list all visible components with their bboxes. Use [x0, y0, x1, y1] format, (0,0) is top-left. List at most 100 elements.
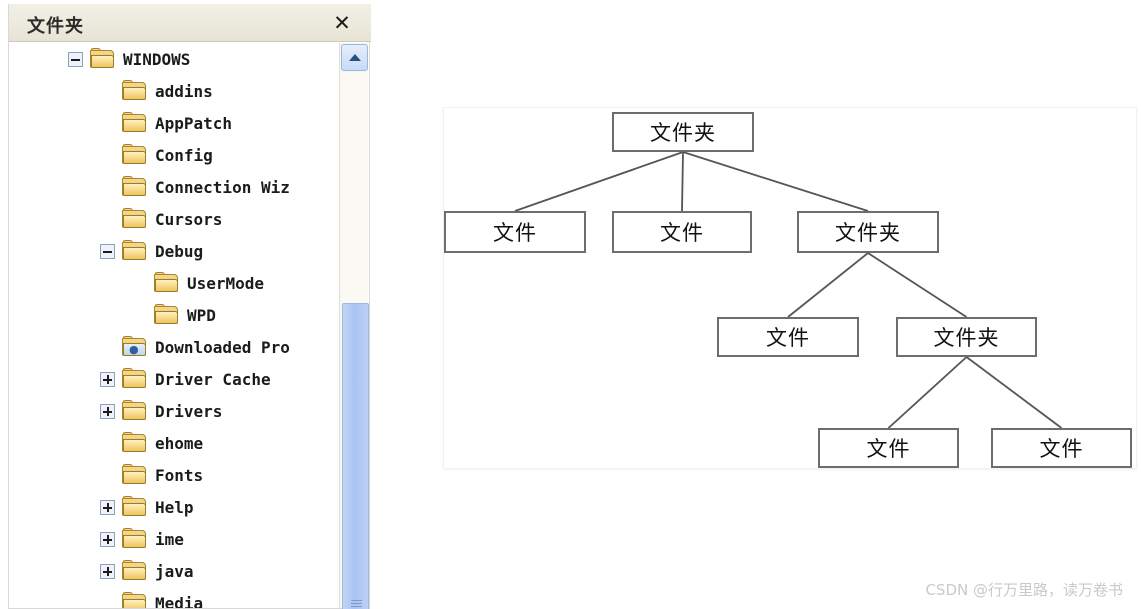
tree-item-label: ime [155, 529, 184, 549]
folder-icon [122, 464, 148, 485]
folder-icon [122, 80, 148, 101]
diagram-node-label: 文件夹 [650, 121, 716, 145]
tree-item-label: Cursors [155, 209, 223, 229]
tree-item-label: addins [155, 81, 213, 101]
folder-icon [122, 112, 148, 133]
folder-special-icon: ● [122, 336, 148, 357]
diagram-node-n7: 文件 [991, 428, 1132, 468]
folder-icon [122, 368, 148, 389]
scrollbar-thumb[interactable] [342, 303, 369, 609]
tree-item-help[interactable]: Help [10, 491, 340, 523]
tree-item-debug[interactable]: Debug [10, 235, 340, 267]
tree-item-label: Connection Wiz [155, 177, 290, 197]
folder-icon [154, 272, 180, 293]
tree-item-drivers[interactable]: Drivers [10, 395, 340, 427]
tree-item-label: UserMode [187, 273, 265, 293]
folder-icon [122, 176, 148, 197]
diagram-node-label: 文件 [660, 221, 704, 245]
close-icon[interactable]: ✕ [329, 10, 355, 36]
tree-item-java[interactable]: java [10, 555, 340, 587]
tree-item-label: Media [155, 593, 204, 609]
tree-item-downloaded-pro[interactable]: ● Downloaded Pro [10, 331, 340, 363]
expand-icon[interactable] [100, 499, 115, 515]
screenshot-root: 文件夹 ✕ WINDOWS addins AppPatch Config Connect… [0, 0, 1141, 609]
folder-icon [122, 592, 148, 608]
scrollbar-grip-icon [351, 600, 362, 608]
tree-item-label: java [155, 561, 194, 581]
tree-item-label: WINDOWS [123, 49, 191, 69]
tree-item-label: Fonts [155, 465, 204, 485]
folder-structure-diagram: 文件夹 文件 文件 文件夹 文件 文件夹 文件 文件 [443, 107, 1137, 469]
tree-item-ime[interactable]: ime [10, 523, 340, 555]
diagram-edge [965, 356, 1063, 429]
diagram-node-n4: 文件 [717, 317, 859, 357]
diagram-node-n6: 文件 [818, 428, 959, 468]
tree-item-apppatch[interactable]: AppPatch [10, 107, 340, 139]
diagram-node-label: 文件夹 [835, 221, 901, 245]
tree-item-addins[interactable]: addins [10, 75, 340, 107]
diagram-node-n3: 文件夹 [797, 211, 939, 253]
diagram-edge [681, 151, 684, 212]
tree-item-usermode[interactable]: UserMode [10, 267, 340, 299]
tree-item-ehome[interactable]: ehome [10, 427, 340, 459]
folders-titlebar: 文件夹 ✕ [9, 4, 371, 42]
chevron-up-icon [348, 54, 361, 61]
expand-icon[interactable] [100, 371, 115, 387]
folder-icon [122, 400, 148, 421]
collapse-icon[interactable] [100, 243, 115, 259]
collapse-icon[interactable] [68, 51, 83, 67]
diagram-node-n1: 文件 [444, 211, 586, 253]
tree-item-windows[interactable]: WINDOWS [10, 43, 340, 75]
folder-icon [122, 240, 148, 261]
folder-icon [122, 496, 148, 517]
expand-icon[interactable] [100, 563, 115, 579]
tree-item-driver-cache[interactable]: Driver Cache [10, 363, 340, 395]
tree-vertical-scrollbar[interactable] [339, 43, 369, 609]
folder-icon [122, 144, 148, 165]
diagram-edge [867, 252, 967, 318]
tree-item-cursors[interactable]: Cursors [10, 203, 340, 235]
diagram-node-n0: 文件夹 [612, 112, 754, 152]
tree-item-media[interactable]: Media [10, 587, 340, 608]
expand-icon[interactable] [100, 531, 115, 547]
expand-icon[interactable] [100, 403, 115, 419]
diagram-node-label: 文件夹 [933, 326, 1000, 350]
tree-item-label: Downloaded Pro [155, 337, 290, 357]
tree-item-config[interactable]: Config [10, 139, 340, 171]
tree-item-fonts[interactable]: Fonts [10, 459, 340, 491]
tree-item-label: Config [155, 145, 213, 165]
folder-tree[interactable]: WINDOWS addins AppPatch Config Connection Wi… [10, 43, 340, 608]
scrollbar-track[interactable] [341, 72, 369, 609]
tree-item-label: AppPatch [155, 113, 233, 133]
diagram-node-n5: 文件夹 [896, 317, 1037, 357]
diagram-edge [887, 356, 968, 429]
diagram-edge [682, 151, 869, 212]
tree-item-connection-wiz[interactable]: Connection Wiz [10, 171, 340, 203]
diagram-node-label: 文件 [866, 437, 911, 461]
folders-pane: 文件夹 ✕ WINDOWS addins AppPatch Config Connect… [8, 4, 371, 609]
diagram-node-label: 文件 [766, 326, 810, 350]
diagram-edge [514, 151, 684, 212]
folder-icon [122, 208, 148, 229]
folder-icon [122, 432, 148, 453]
folder-icon [154, 304, 180, 325]
tree-item-label: Drivers [155, 401, 223, 421]
tree-item-label: Driver Cache [155, 369, 271, 389]
tree-item-wpd[interactable]: WPD [10, 299, 340, 331]
tree-item-label: Help [155, 497, 194, 517]
diagram-node-label: 文件 [493, 221, 537, 245]
folder-icon [90, 48, 116, 69]
folder-icon [122, 560, 148, 581]
diagram-node-n2: 文件 [612, 211, 752, 253]
scroll-up-button[interactable] [341, 44, 368, 71]
